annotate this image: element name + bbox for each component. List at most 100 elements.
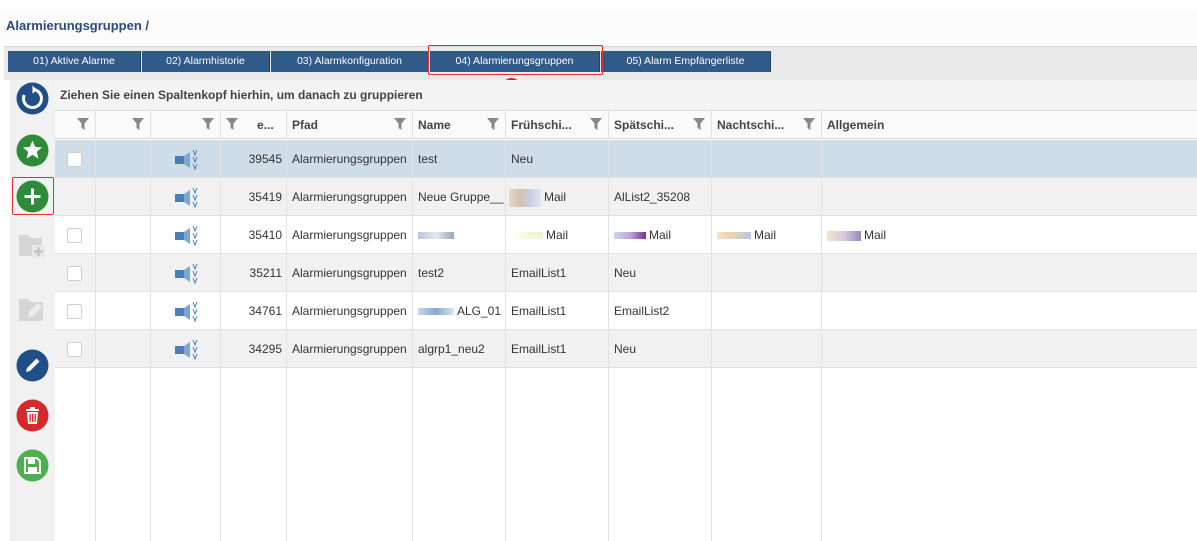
- column-header-allgemein[interactable]: Allgemein: [822, 111, 1197, 139]
- column-header-pfad[interactable]: Pfad: [287, 111, 413, 139]
- cell-frueh: Mail: [506, 216, 609, 254]
- filter-icon[interactable]: [692, 117, 706, 131]
- cell-spaet: Neu: [609, 254, 712, 292]
- tab-alarmhistorie[interactable]: 02) Alarmhistorie: [142, 51, 270, 72]
- cell-name: algrp1_neu2: [413, 330, 506, 368]
- trash-icon: [16, 399, 49, 432]
- table-row[interactable]: 39545 Alarmierungsgruppen test Neu: [55, 140, 1197, 178]
- table-row[interactable]: 35410 Alarmierungsgruppen Mail Mail Mail…: [55, 216, 1197, 254]
- alarm-groups-grid: Ziehen Sie einen Spaltenkopf hierhin, um…: [55, 80, 1197, 541]
- tab-aktive-alarme[interactable]: 01) Aktive Alarme: [8, 51, 141, 72]
- filter-icon[interactable]: [201, 117, 215, 131]
- cell-pfad: Alarmierungsgruppen: [287, 254, 413, 292]
- column-pfad-label: Pfad: [292, 118, 319, 132]
- column-header-select[interactable]: [55, 111, 96, 139]
- cell-name: test: [413, 140, 506, 178]
- column-name-label: Name: [418, 118, 451, 132]
- cell-pfad: Alarmierungsgruppen: [287, 178, 413, 216]
- column-header-nacht[interactable]: Nachtschi...: [712, 111, 822, 139]
- cell-name: [413, 216, 506, 254]
- cell-allgemein: [822, 330, 1197, 368]
- row-checkbox[interactable]: [67, 228, 82, 243]
- column-header-name[interactable]: Name: [413, 111, 506, 139]
- cell-id: 35419: [221, 178, 287, 216]
- favorite-button[interactable]: [16, 134, 49, 167]
- filter-icon[interactable]: [76, 117, 90, 131]
- cell-name: Neue Gruppe__: [413, 178, 506, 216]
- cell-nacht: [712, 330, 822, 368]
- group-broadcast-icon: [175, 339, 198, 361]
- cell-allgemein: [822, 178, 1197, 216]
- cell-allgemein-text: Mail: [864, 228, 887, 242]
- cell-pfad: Alarmierungsgruppen: [287, 292, 413, 330]
- table-row[interactable]: 34295 Alarmierungsgruppen algrp1_neu2 Em…: [55, 330, 1197, 368]
- cell-nacht: [712, 292, 822, 330]
- cell-frueh: EmailList1: [506, 254, 609, 292]
- cell-nacht: Mail: [712, 216, 822, 254]
- delete-button[interactable]: [16, 399, 49, 432]
- cell-allgemein: Mail: [822, 216, 1197, 254]
- column-frueh-label: Frühschi...: [511, 118, 572, 132]
- edit-button[interactable]: [16, 349, 49, 382]
- cell-name: ALG_01: [413, 292, 506, 330]
- breadcrumb: Alarmierungsgruppen /: [0, 10, 1197, 40]
- filter-icon[interactable]: [589, 117, 603, 131]
- grid-header: e... Pfad Name Frühschi... Spätschi... N…: [55, 111, 1197, 139]
- cell-allgemein: [822, 140, 1197, 178]
- cell-frueh-text: Mail: [544, 190, 567, 204]
- cell-id: 39545: [221, 140, 287, 178]
- cell-frueh: Neu: [506, 140, 609, 178]
- app-root: Alarmierungsgruppen / 01) Aktive Alarme …: [0, 0, 1197, 541]
- save-button[interactable]: [16, 449, 49, 482]
- cell-allgemein: [822, 254, 1197, 292]
- copy-button[interactable]: [16, 228, 49, 261]
- cell-frueh: Mail: [506, 178, 609, 216]
- filter-icon[interactable]: [393, 117, 407, 131]
- refresh-button[interactable]: [16, 82, 49, 115]
- cell-frueh: EmailList1: [506, 292, 609, 330]
- row-checkbox[interactable]: [67, 152, 82, 167]
- row-checkbox[interactable]: [67, 342, 82, 357]
- tab-alarmkonfiguration[interactable]: 03) Alarmkonfiguration: [271, 51, 429, 72]
- column-header-blank[interactable]: [96, 111, 151, 139]
- action-toolbar: [10, 80, 55, 541]
- filter-icon[interactable]: [802, 117, 816, 131]
- group-by-drop-zone[interactable]: Ziehen Sie einen Spaltenkopf hierhin, um…: [55, 80, 1197, 111]
- tab-alarm-empfaengerliste[interactable]: 05) Alarm Empfängerliste: [601, 51, 771, 72]
- column-spaet-label: Spätschi...: [614, 118, 675, 132]
- group-broadcast-icon: [175, 187, 198, 209]
- column-header-frueh[interactable]: Frühschi...: [506, 111, 609, 139]
- cell-spaet: EmailList2: [609, 292, 712, 330]
- column-id-label: e...: [257, 118, 274, 132]
- cell-id: 34295: [221, 330, 287, 368]
- table-row[interactable]: 35211 Alarmierungsgruppen test2 EmailLis…: [55, 254, 1197, 292]
- cell-pfad: Alarmierungsgruppen: [287, 140, 413, 178]
- filter-icon[interactable]: [131, 117, 145, 131]
- filter-icon[interactable]: [486, 117, 500, 131]
- column-nacht-label: Nachtschi...: [717, 118, 785, 132]
- row-checkbox[interactable]: [67, 266, 82, 281]
- filter-icon[interactable]: [225, 117, 239, 131]
- row-checkbox[interactable]: [67, 304, 82, 319]
- breadcrumb-text[interactable]: Alarmierungsgruppen /: [6, 18, 149, 33]
- cell-spaet: [609, 140, 712, 178]
- cell-id: 35211: [221, 254, 287, 292]
- active-tab-highlight: [428, 45, 603, 75]
- column-header-spaet[interactable]: Spätschi...: [609, 111, 712, 139]
- cell-pfad: Alarmierungsgruppen: [287, 216, 413, 254]
- cell-allgemein: [822, 292, 1197, 330]
- column-header-type[interactable]: [151, 111, 221, 139]
- table-row[interactable]: 35419 Alarmierungsgruppen Neue Gruppe__ …: [55, 178, 1197, 216]
- cell-spaet: Neu: [609, 330, 712, 368]
- cell-pfad: Alarmierungsgruppen: [287, 330, 413, 368]
- cell-nacht: [712, 178, 822, 216]
- edit-folder-button[interactable]: [16, 292, 49, 325]
- group-broadcast-icon: [175, 225, 198, 247]
- edit-folder-icon: [19, 299, 43, 321]
- cell-spaet: Mail: [609, 216, 712, 254]
- group-broadcast-icon: [175, 149, 198, 171]
- group-hint-text: Ziehen Sie einen Spaltenkopf hierhin, um…: [60, 88, 423, 102]
- table-row[interactable]: 34761 Alarmierungsgruppen ALG_01 EmailLi…: [55, 292, 1197, 330]
- column-header-id[interactable]: e...: [221, 111, 287, 139]
- cell-spaet: AlList2_35208: [609, 178, 712, 216]
